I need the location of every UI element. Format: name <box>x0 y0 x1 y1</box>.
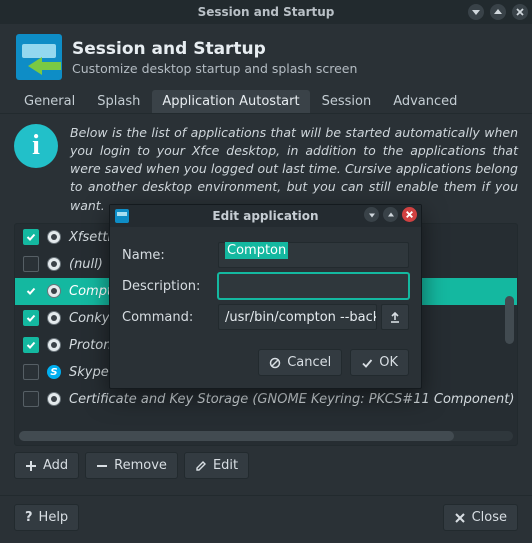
modal-maximize-button[interactable] <box>383 207 398 222</box>
remove-label: Remove <box>114 458 167 473</box>
close-label: Close <box>472 510 507 525</box>
session-startup-icon <box>115 209 129 223</box>
ok-button[interactable]: OK <box>350 349 409 376</box>
tab-general[interactable]: General <box>14 90 85 113</box>
row-checkbox[interactable] <box>23 310 39 326</box>
modal-minimize-button[interactable] <box>364 207 379 222</box>
window-controls <box>468 0 528 24</box>
edit-application-dialog: Edit application Name: Compton Descripti… <box>109 204 422 389</box>
page-header: Session and Startup Customize desktop st… <box>0 24 532 88</box>
modal-titlebar: Edit application <box>110 205 421 227</box>
modal-body: Name: Compton Description: Command: /usr… <box>110 227 421 343</box>
edit-button[interactable]: Edit <box>184 452 249 479</box>
horizontal-scrollbar[interactable] <box>19 431 513 441</box>
plus-icon <box>25 460 37 472</box>
row-checkbox[interactable] <box>23 229 39 245</box>
close-button[interactable] <box>512 4 528 20</box>
close-icon <box>454 512 466 524</box>
vertical-scrollbar[interactable] <box>505 284 514 427</box>
tab-session[interactable]: Session <box>312 90 382 113</box>
dialog-footer: ? Help Close <box>0 495 532 543</box>
info-row: i Below is the list of applications that… <box>14 124 518 215</box>
row-label: (null) <box>69 257 103 272</box>
row-label: Conky <box>69 311 110 326</box>
header-text: Session and Startup Customize desktop st… <box>72 39 357 76</box>
pencil-icon <box>195 460 207 472</box>
page-title: Session and Startup <box>72 39 357 59</box>
skype-icon: S <box>47 365 61 379</box>
maximize-button[interactable] <box>490 4 506 20</box>
command-label: Command: <box>122 310 214 325</box>
modal-actions: Cancel OK <box>110 343 421 388</box>
tab-advanced[interactable]: Advanced <box>383 90 467 113</box>
table-row[interactable]: Certificate and Key Storage (GNOME Keyri… <box>15 386 517 413</box>
info-text: Below is the list of applications that w… <box>70 124 518 215</box>
app-icon <box>47 392 61 406</box>
window-title: Session and Startup <box>198 5 335 19</box>
remove-button[interactable]: Remove <box>85 452 178 479</box>
name-label: Name: <box>122 248 214 263</box>
minimize-button[interactable] <box>468 4 484 20</box>
command-input[interactable]: /usr/bin/compton --back <box>218 304 377 330</box>
edit-label: Edit <box>213 458 238 473</box>
add-label: Add <box>43 458 68 473</box>
page-subtitle: Customize desktop startup and splash scr… <box>72 61 357 76</box>
modal-close-button[interactable] <box>402 207 417 222</box>
app-icon <box>47 338 61 352</box>
modal-title: Edit application <box>212 209 318 223</box>
minus-icon <box>96 460 108 472</box>
row-label: Proton <box>69 338 111 353</box>
tab-splash[interactable]: Splash <box>87 90 150 113</box>
description-row: Description: <box>122 273 409 299</box>
row-checkbox[interactable] <box>23 256 39 272</box>
tab-application-autostart[interactable]: Application Autostart <box>152 90 309 113</box>
window-titlebar: Session and Startup <box>0 0 532 24</box>
cancel-label: Cancel <box>287 355 331 370</box>
help-button[interactable]: ? Help <box>14 504 79 531</box>
info-icon: i <box>14 124 58 168</box>
tab-bar: General Splash Application Autostart Ses… <box>0 88 532 114</box>
app-icon <box>47 311 61 325</box>
app-icon <box>47 257 61 271</box>
cancel-icon <box>269 357 281 369</box>
help-label: Help <box>39 510 69 525</box>
modal-window-controls <box>364 207 417 222</box>
session-startup-icon <box>16 34 62 80</box>
row-label: Skype <box>69 365 109 380</box>
upload-icon <box>388 310 402 324</box>
cancel-button[interactable]: Cancel <box>258 349 342 376</box>
question-icon: ? <box>25 510 33 525</box>
session-startup-window: Session and Startup Session and Startup … <box>0 0 532 543</box>
app-icon <box>47 230 61 244</box>
row-checkbox[interactable] <box>23 364 39 380</box>
add-button[interactable]: Add <box>14 452 79 479</box>
ok-label: OK <box>379 355 398 370</box>
browse-command-button[interactable] <box>381 304 409 330</box>
row-checkbox[interactable] <box>23 283 39 299</box>
app-icon <box>47 284 61 298</box>
command-row: Command: /usr/bin/compton --back <box>122 304 409 330</box>
name-input[interactable]: Compton <box>218 242 409 268</box>
row-checkbox[interactable] <box>23 391 39 407</box>
description-input[interactable] <box>218 273 409 299</box>
close-dialog-button[interactable]: Close <box>443 504 518 531</box>
description-label: Description: <box>122 279 214 294</box>
row-label: Certificate and Key Storage (GNOME Keyri… <box>69 392 514 407</box>
list-toolbar: Add Remove Edit <box>14 446 518 485</box>
check-icon <box>361 357 373 369</box>
name-row: Name: Compton <box>122 242 409 268</box>
row-checkbox[interactable] <box>23 337 39 353</box>
